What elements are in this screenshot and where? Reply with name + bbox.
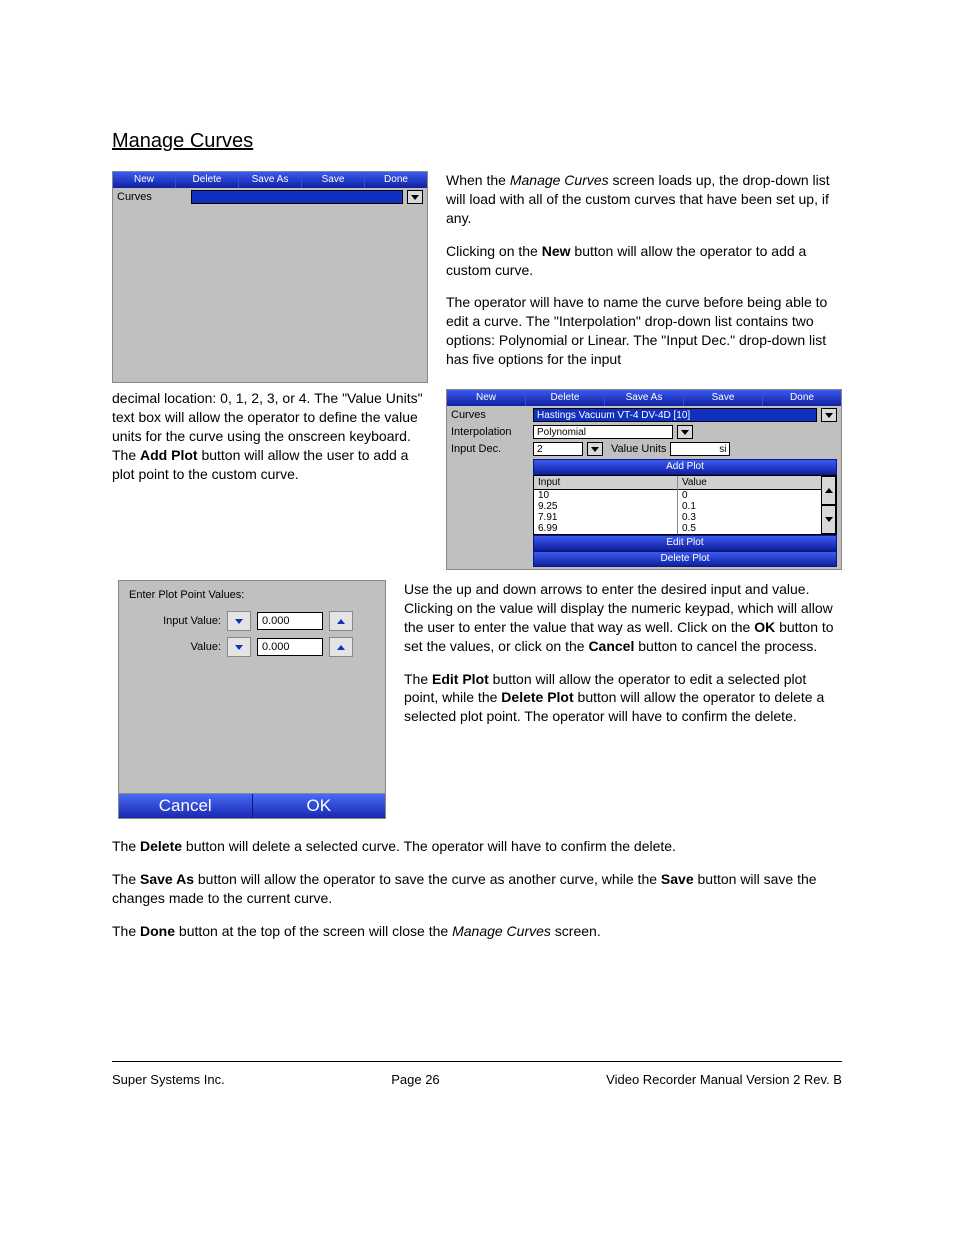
input-value-label: Input Value: <box>129 615 221 627</box>
chevron-down-icon <box>681 430 689 435</box>
value-down-button[interactable] <box>227 637 251 657</box>
table-cell[interactable]: 0.5 <box>678 523 821 534</box>
delete-button[interactable]: Delete <box>176 172 239 188</box>
add-plot-button[interactable]: Add Plot <box>533 459 837 475</box>
paragraph-group-right-lower: Use the up and down arrows to enter the … <box>404 580 842 726</box>
scroll-down-button[interactable] <box>821 505 836 534</box>
paragraph-left-middle: decimal location: 0, 1, 2, 3, or 4. The … <box>112 389 428 497</box>
ok-button[interactable]: OK <box>253 794 386 818</box>
input-dec-label: Input Dec. <box>451 443 529 455</box>
value-up-button[interactable] <box>329 637 353 657</box>
cancel-button[interactable]: Cancel <box>119 794 253 818</box>
input-value-field[interactable]: 0.000 <box>257 612 323 630</box>
done-button[interactable]: Done <box>365 172 427 188</box>
edit-plot-button[interactable]: Edit Plot <box>533 535 837 551</box>
chevron-down-icon <box>411 195 419 200</box>
chevron-down-icon <box>591 447 599 452</box>
interpolation-label: Interpolation <box>451 426 529 438</box>
done-button[interactable]: Done <box>763 390 841 406</box>
plot-table: Input 10 9.25 7.91 6.99 Value 0 0.1 0.3 <box>533 475 837 535</box>
new-button[interactable]: New <box>447 390 526 406</box>
value-units-input[interactable]: si <box>670 442 730 456</box>
input-dec-dropdown-button[interactable] <box>587 442 603 456</box>
table-cell[interactable]: 0.1 <box>678 501 821 512</box>
section-title: Manage Curves <box>112 130 842 153</box>
table-cell[interactable]: 7.91 <box>534 512 677 523</box>
chevron-down-icon <box>235 619 243 624</box>
footer-center: Page 26 <box>391 1072 439 1087</box>
save-as-button[interactable]: Save As <box>239 172 302 188</box>
delete-plot-button[interactable]: Delete Plot <box>533 551 837 567</box>
table-head-value: Value <box>678 476 821 490</box>
manage-curves-panel-populated: New Delete Save As Save Done Curves Hast… <box>446 389 842 570</box>
scroll-up-button[interactable] <box>821 476 836 505</box>
value-field[interactable]: 0.000 <box>257 638 323 656</box>
table-cell[interactable]: 10 <box>534 490 677 501</box>
chevron-up-icon <box>825 488 833 493</box>
curves-dropdown-button[interactable] <box>407 190 423 204</box>
save-button[interactable]: Save <box>684 390 763 406</box>
chevron-down-icon <box>825 517 833 522</box>
input-value-up-button[interactable] <box>329 611 353 631</box>
table-cell[interactable]: 0.3 <box>678 512 821 523</box>
table-cell[interactable]: 0 <box>678 490 821 501</box>
value-units-label: Value Units <box>611 443 666 455</box>
input-value-down-button[interactable] <box>227 611 251 631</box>
curves-dropdown-button[interactable] <box>821 408 837 422</box>
table-head-input: Input <box>534 476 677 490</box>
interpolation-dropdown[interactable]: Polynomial <box>533 425 673 439</box>
curves-label: Curves <box>451 409 529 421</box>
toolbar: New Delete Save As Save Done <box>113 172 427 188</box>
table-cell[interactable]: 9.25 <box>534 501 677 512</box>
save-as-button[interactable]: Save As <box>605 390 684 406</box>
save-button[interactable]: Save <box>302 172 365 188</box>
plot-point-entry-panel: Enter Plot Point Values: Input Value: 0.… <box>118 580 386 819</box>
new-button[interactable]: New <box>113 172 176 188</box>
interpolation-dropdown-button[interactable] <box>677 425 693 439</box>
chevron-up-icon <box>337 619 345 624</box>
paragraph-group-bottom: The Delete button will delete a selected… <box>112 837 842 941</box>
chevron-down-icon <box>235 645 243 650</box>
curves-dropdown[interactable]: Hastings Vacuum VT-4 DV-4D [10] <box>533 408 817 422</box>
value-label: Value: <box>129 641 221 653</box>
footer-right: Video Recorder Manual Version 2 Rev. B <box>606 1072 842 1087</box>
manage-curves-panel-empty: New Delete Save As Save Done Curves <box>112 171 428 383</box>
curves-dropdown[interactable] <box>191 190 403 204</box>
chevron-up-icon <box>337 645 345 650</box>
paragraph-group-right-top: When the Manage Curves screen loads up, … <box>446 171 842 383</box>
delete-button[interactable]: Delete <box>526 390 605 406</box>
curves-label: Curves <box>117 191 187 203</box>
page-footer: Super Systems Inc. Page 26 Video Recorde… <box>112 1061 842 1087</box>
plot-entry-heading: Enter Plot Point Values: <box>129 589 375 601</box>
table-cell[interactable]: 6.99 <box>534 523 677 534</box>
input-dec-dropdown[interactable]: 2 <box>533 442 583 456</box>
footer-left: Super Systems Inc. <box>112 1072 225 1087</box>
chevron-down-icon <box>825 413 833 418</box>
